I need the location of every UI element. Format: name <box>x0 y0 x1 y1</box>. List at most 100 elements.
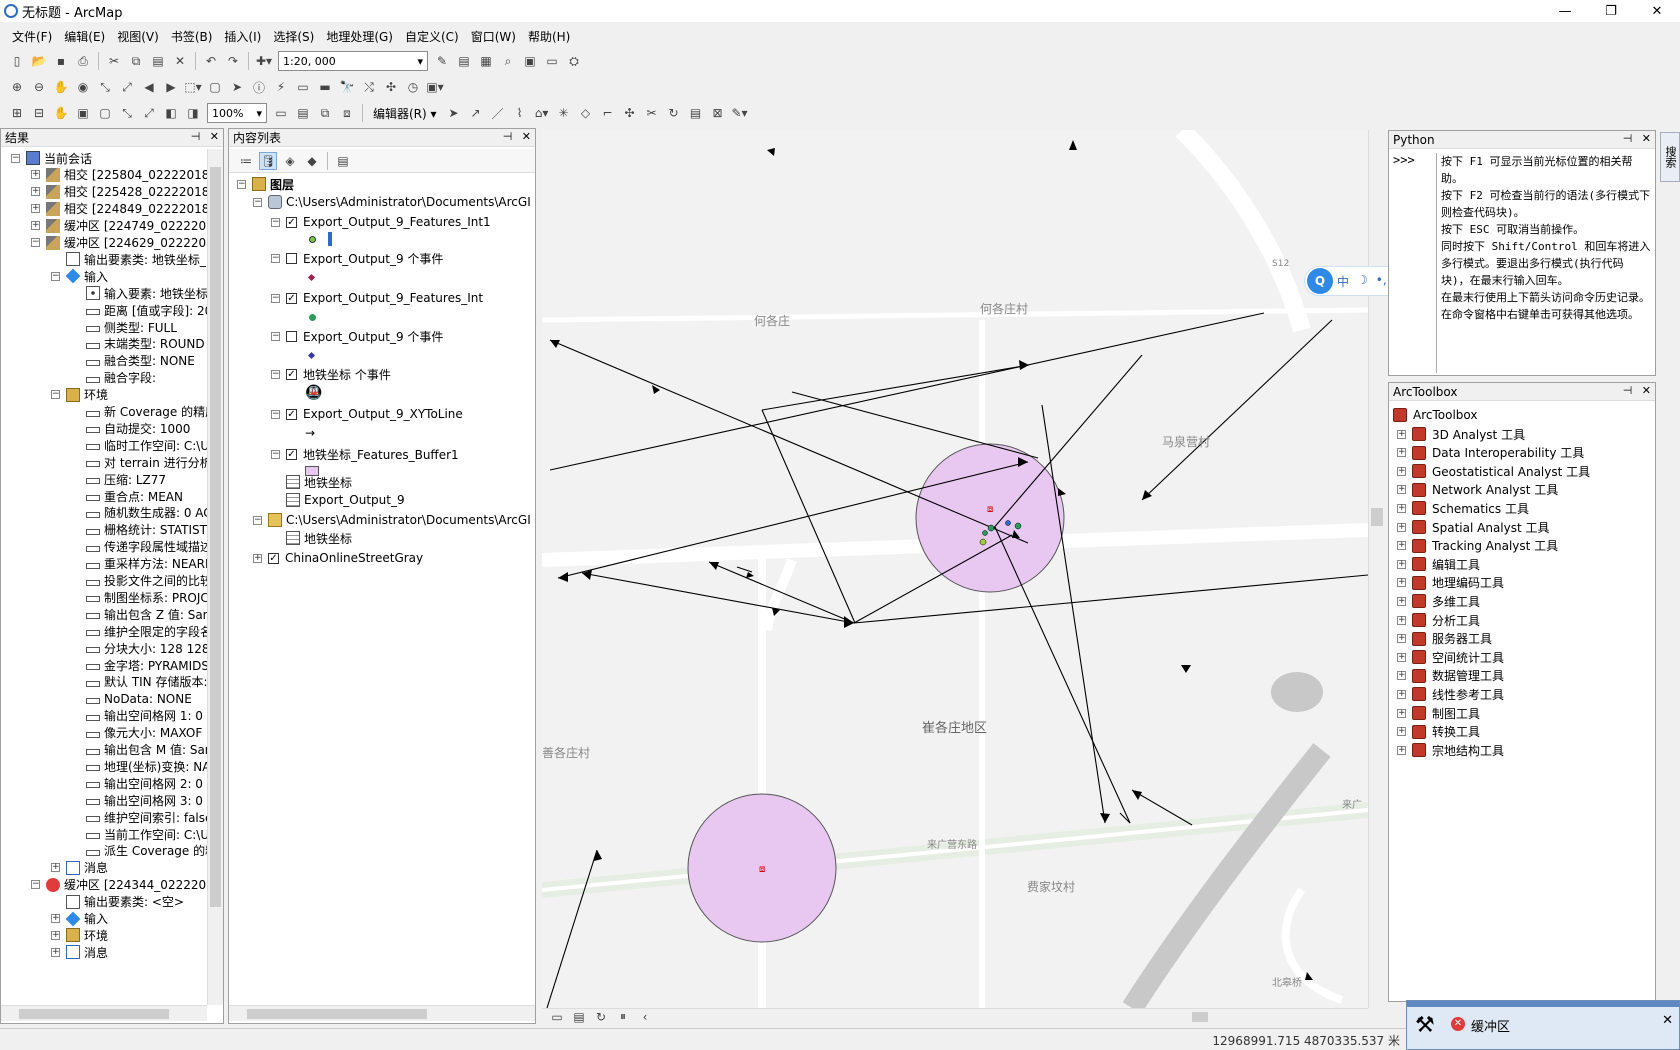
find-route-icon[interactable]: ⤭ <box>360 78 378 96</box>
expand-icon[interactable]: + <box>1397 652 1406 662</box>
list-by-visibility-icon[interactable]: ◈ <box>281 152 299 170</box>
results-tree-item[interactable]: 输出空间格网 3: 0 <box>71 791 203 809</box>
full-extent-icon[interactable]: ◉ <box>74 78 92 96</box>
toolbox-item[interactable]: + 服务器工具 <box>1397 629 1492 649</box>
change-layout-icon[interactable]: ⧉ <box>316 104 334 122</box>
layer-visibility-checkbox[interactable]: ✓ <box>286 216 297 228</box>
results-tree-item[interactable]: + 相交 [225804_02222018] <box>31 166 207 184</box>
toolbox-item[interactable]: +3D Analyst 工具 <box>1397 424 1525 444</box>
data-view-icon[interactable]: ▭ <box>548 1008 566 1026</box>
snapping-icon[interactable]: ✳ <box>555 104 573 122</box>
expand-icon[interactable]: + <box>1397 615 1406 625</box>
expand-icon[interactable]: + <box>1397 448 1406 458</box>
create-viewer-icon[interactable]: ▣▾ <box>426 78 444 96</box>
measure-icon[interactable]: ▬ <box>316 78 334 96</box>
expand-icon[interactable]: + <box>1397 503 1406 513</box>
edit-tool-icon[interactable]: ➤ <box>445 104 463 122</box>
toc-layer-item[interactable]: − ✓ Export_Output_9_Features_Int <box>271 289 483 307</box>
cut-polygons-icon[interactable]: ✣ <box>621 104 639 122</box>
clear-selection-icon[interactable]: ▢ <box>206 78 224 96</box>
expand-icon[interactable]: + <box>1397 559 1406 569</box>
expand-icon[interactable]: + <box>1397 522 1406 532</box>
straight-segment-icon[interactable]: ／ <box>489 104 507 122</box>
layout-view-icon[interactable]: ▤ <box>570 1008 588 1026</box>
print-icon[interactable]: ⎙ <box>74 52 92 70</box>
toolbox-item[interactable]: + Geostatistical Analyst 工具 <box>1397 461 1590 481</box>
list-by-source-icon[interactable]: 🛢 <box>259 151 277 170</box>
redo-icon[interactable]: ↷ <box>224 52 242 70</box>
model-builder-icon[interactable]: ⛭ <box>565 52 583 70</box>
results-tree-item[interactable]: 重采样方法: NEARE <box>71 555 207 573</box>
ime-item[interactable]: •, <box>1376 273 1387 290</box>
toc-layer-item[interactable]: − ✓ 地铁坐标_Features_Buffer1 <box>271 445 459 463</box>
map-scroll-thumb[interactable] <box>1371 508 1383 526</box>
ime-item[interactable]: 中 <box>1337 273 1349 290</box>
expand-icon[interactable]: + <box>1397 429 1406 439</box>
map-vertical-scrollbar[interactable] <box>1368 130 1384 1008</box>
pin-icon[interactable]: ⊣ <box>503 130 513 143</box>
results-tree-item[interactable]: 传递字段属性域描述 <box>71 538 207 556</box>
menu-item[interactable]: 自定义(C) <box>399 28 465 45</box>
layout-zoom-combo[interactable]: 100% ▾ <box>207 103 267 123</box>
edit-vertices-icon[interactable]: ◇ <box>577 104 595 122</box>
next-extent-icon[interactable]: ◨ <box>184 104 202 122</box>
ime-item[interactable]: ☽ <box>1357 273 1368 290</box>
toolbox-item[interactable]: + 宗地结构工具 <box>1397 740 1504 760</box>
layer-visibility-checkbox[interactable] <box>286 252 297 264</box>
delete-icon[interactable]: ✕ <box>171 52 189 70</box>
toolbox-item[interactable]: + Network Analyst 工具 <box>1397 480 1558 500</box>
menu-item[interactable]: 视图(V) <box>111 28 165 45</box>
attributes-icon[interactable]: ▤ <box>687 104 705 122</box>
results-tree-item[interactable]: 压缩: LZ77 <box>71 470 166 488</box>
expand-icon[interactable]: + <box>1397 708 1406 718</box>
collapse-icon[interactable]: − <box>271 253 280 263</box>
results-tree-item[interactable]: 投影文件之间的比较 <box>71 572 207 590</box>
back-arrow-icon[interactable]: ◀ <box>140 78 158 96</box>
expand-icon[interactable]: + <box>31 170 40 180</box>
fixed-zoom-out-icon[interactable]: ⤢ <box>118 78 136 96</box>
collapse-icon[interactable]: − <box>271 293 280 303</box>
new-document-icon[interactable]: ▯ <box>8 52 26 70</box>
maximize-button[interactable]: ❐ <box>1588 0 1634 22</box>
toolbox-item[interactable]: + 分析工具 <box>1397 610 1480 630</box>
results-tree-item[interactable]: + 消息 <box>51 943 108 961</box>
results-tree-item[interactable]: 临时工作空间: C:\U <box>71 436 207 454</box>
results-tree-item[interactable]: 新 Coverage 的精度 <box>71 403 207 421</box>
results-tree-item[interactable]: 派生 Coverage 的精 <box>71 842 207 860</box>
copy-icon[interactable]: ⧉ <box>127 52 145 70</box>
collapse-icon[interactable]: − <box>31 880 40 890</box>
map-hscroll-thumb[interactable] <box>1192 1012 1208 1022</box>
results-tree-item[interactable]: − 当前会话 <box>11 149 92 167</box>
zoom-whole-page-icon[interactable]: ▣ <box>74 104 92 122</box>
results-tree-item[interactable]: 当前工作空间: C:\U <box>71 825 207 843</box>
layer-visibility-checkbox[interactable]: ✓ <box>286 408 297 420</box>
rotate-icon[interactable]: ↻ <box>665 104 683 122</box>
results-tree-item[interactable]: 像元大小: MAXOF <box>71 724 202 742</box>
close-button[interactable]: ✕ <box>1634 0 1680 22</box>
results-tree-item[interactable]: − 环境 <box>51 386 108 404</box>
editor-toolbar-icon[interactable]: ✎ <box>433 52 451 70</box>
results-tree-item[interactable]: 对 terrain 进行分析 <box>71 453 207 471</box>
results-vertical-scrollbar[interactable] <box>207 149 223 1005</box>
toc-layer-item[interactable]: − ✓ Export_Output_9_XYToLine <box>271 405 463 423</box>
focus-data-frame-icon[interactable]: ▤ <box>294 104 312 122</box>
results-tree-item[interactable]: 自动提交: 1000 <box>71 419 190 437</box>
expand-icon[interactable]: + <box>51 930 60 940</box>
search-side-tab[interactable]: 搜索 <box>1660 132 1680 182</box>
menu-item[interactable]: 帮助(H) <box>522 28 576 45</box>
menu-item[interactable]: 选择(S) <box>267 28 320 45</box>
refresh-icon[interactable]: ↻ <box>592 1008 610 1026</box>
list-by-drawing-order-icon[interactable]: ≔ <box>237 152 255 170</box>
previous-extent-icon[interactable]: ◧ <box>162 104 180 122</box>
expand-icon[interactable]: + <box>31 187 40 197</box>
toolbox-item[interactable]: + 地理编码工具 <box>1397 573 1504 593</box>
expand-icon[interactable]: + <box>1397 596 1406 606</box>
expand-icon[interactable]: + <box>51 914 60 923</box>
expand-icon[interactable]: + <box>1397 466 1406 476</box>
layer-visibility-checkbox[interactable] <box>286 330 297 342</box>
results-tree-item[interactable]: − 缓冲区 [224629_02222018 <box>31 234 207 252</box>
toolbox-item[interactable]: + 数据管理工具 <box>1397 666 1504 686</box>
layer-visibility-checkbox[interactable]: ✓ <box>286 448 297 460</box>
results-tree-item[interactable]: 输入要素: 地铁坐标 <box>71 284 207 302</box>
zoom-out-icon[interactable]: ⊖ <box>30 78 48 96</box>
